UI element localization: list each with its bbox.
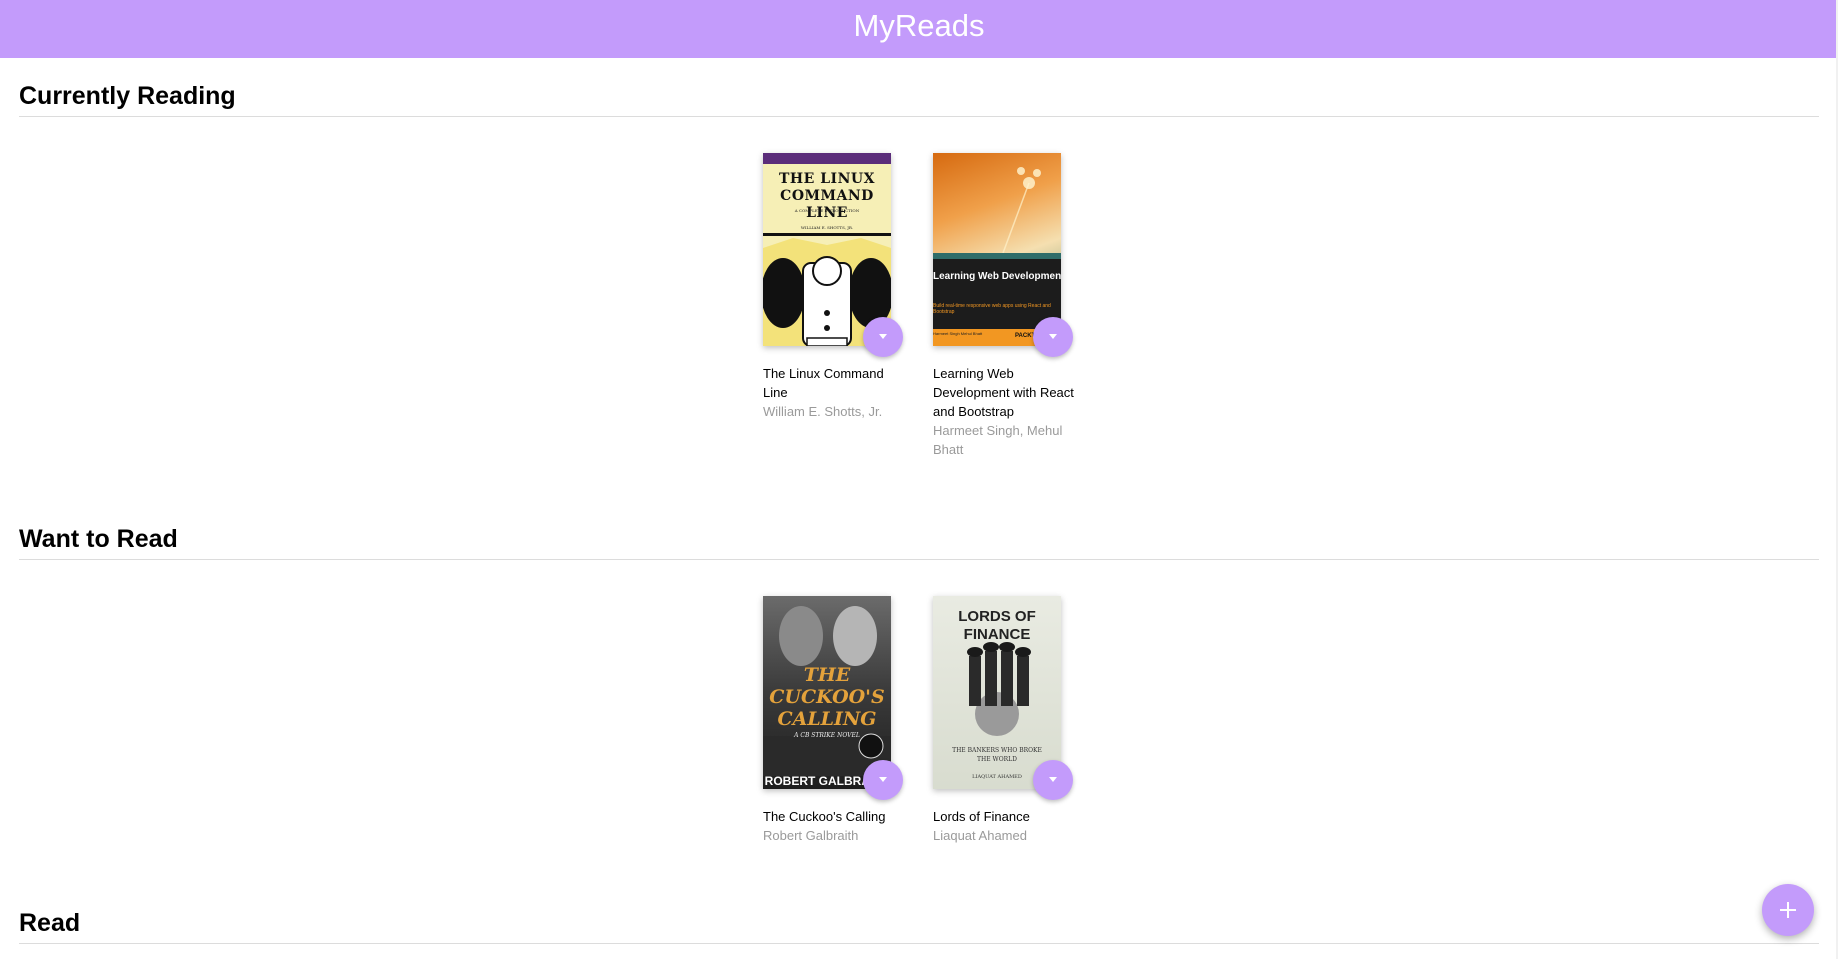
cover-subtitle-text: THE BANKERS WHO BROKE THE WORLD: [952, 747, 1042, 763]
cover-title-text: Learning Web Development with React and …: [933, 271, 1061, 282]
book-authors: Liaquat Ahamed: [933, 828, 1027, 843]
shelf-divider: [19, 116, 1819, 117]
book-cover[interactable]: LORDS OF FINANCE THE BANKERS WHO BROKE T…: [933, 596, 1061, 789]
myreads-page: MyReads Currently Reading THE LINUX COMM…: [0, 0, 1838, 959]
shelf-currently-reading: Currently Reading THE LINUX COMMAND LINE…: [19, 79, 1819, 499]
book-cover[interactable]: THE CUCKOO'S CALLING A CB STRIKE NOVEL R…: [763, 596, 891, 789]
book-authors: Robert Galbraith: [763, 828, 859, 843]
cover-title-text: THE CUCKOO'S CALLING: [769, 664, 885, 730]
book-item: THE LINUX COMMAND LINE A COMPLETE INTROD…: [763, 153, 913, 419]
chevron-down-icon: [879, 777, 887, 782]
cover-illustration: [933, 167, 1061, 346]
shelf-changer-button[interactable]: [863, 760, 903, 800]
shelf-read: Read: [19, 906, 1819, 959]
cover-author-text: Harmeet Singh Mehul Bhatt: [933, 331, 983, 336]
chevron-down-icon: [1049, 777, 1057, 782]
book-title: Learning Web Development with React and …: [933, 366, 1074, 419]
cover-subtitle-text: Build real-time responsive web apps usin…: [933, 303, 1051, 315]
shelf-title: Want to Read: [19, 525, 178, 553]
book-item: THE CUCKOO'S CALLING A CB STRIKE NOVEL R…: [763, 596, 913, 846]
book-title: The Cuckoo's Calling: [763, 809, 886, 824]
book-title: Lords of Finance: [933, 809, 1030, 824]
app-title: MyReads: [853, 8, 985, 43]
app-header: MyReads: [0, 0, 1838, 58]
shelf-changer-button[interactable]: [1033, 317, 1073, 357]
shelf-want-to-read: Want to Read THE CUCKOO'S CALLING A CB S…: [19, 522, 1819, 852]
book-authors: William E. Shotts, Jr.: [763, 404, 883, 419]
book-title: The Linux Command Line: [763, 366, 884, 400]
chevron-down-icon: [1049, 334, 1057, 339]
shelf-changer-button[interactable]: [1033, 760, 1073, 800]
shelf-title: Read: [19, 909, 81, 937]
book-item: Learning Web Development with React and …: [933, 153, 1083, 457]
book-cover[interactable]: THE LINUX COMMAND LINE A COMPLETE INTROD…: [763, 153, 891, 346]
shelf-divider: [19, 559, 1819, 560]
book-item: LORDS OF FINANCE THE BANKERS WHO BROKE T…: [933, 596, 1083, 846]
cover-subtitle-text: A CB STRIKE NOVEL: [794, 732, 860, 739]
plus-icon-vertical: [1787, 902, 1789, 918]
add-book-button[interactable]: [1762, 884, 1814, 936]
cover-illustration: [763, 233, 891, 346]
shelf-changer-button[interactable]: [863, 317, 903, 357]
book-authors: Harmeet Singh, Mehul Bhatt: [933, 423, 1063, 457]
chevron-down-icon: [879, 334, 887, 339]
shelf-title: Currently Reading: [19, 82, 236, 110]
book-cover[interactable]: Learning Web Development with React and …: [933, 153, 1061, 346]
shelf-divider: [19, 943, 1819, 944]
